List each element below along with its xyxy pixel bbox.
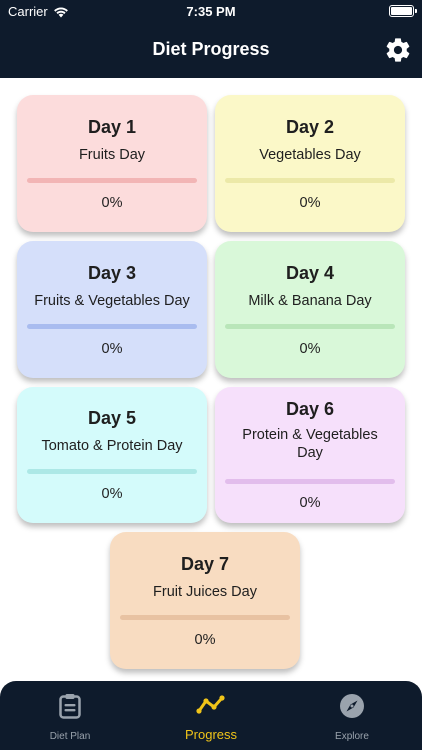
progress-bar xyxy=(120,615,290,620)
day-card-4[interactable]: Day 4 Milk & Banana Day 0% xyxy=(215,241,405,378)
tab-explore[interactable]: Explore xyxy=(282,681,422,750)
day-title: Day 2 xyxy=(285,117,335,137)
day-title: Day 1 xyxy=(87,117,137,137)
day-description: Fruits Day xyxy=(78,147,146,163)
day-title: Day 7 xyxy=(180,554,230,574)
tab-label: Progress xyxy=(184,727,238,742)
day-description: Tomato & Protein Day xyxy=(41,438,183,454)
tab-label: Explore xyxy=(335,731,369,742)
clipboard-icon xyxy=(59,694,81,719)
day-card-6[interactable]: Day 6 Protein & Vegetables Day 0% xyxy=(215,387,405,523)
tab-label: Diet Plan xyxy=(49,731,91,742)
status-time: 7:35 PM xyxy=(186,4,236,19)
compass-icon xyxy=(340,694,364,718)
progress-percent: 0% xyxy=(299,495,321,511)
progress-percent: 0% xyxy=(101,195,123,211)
progress-bar xyxy=(27,469,197,474)
day-card-5[interactable]: Day 5 Tomato & Protein Day 0% xyxy=(17,387,207,523)
tab-progress[interactable]: Progress xyxy=(141,681,281,750)
progress-bar xyxy=(225,178,395,183)
progress-bar xyxy=(225,479,395,484)
day-title: Day 3 xyxy=(87,263,137,283)
progress-percent: 0% xyxy=(299,341,321,357)
tab-bar: Diet Plan Progress Explore xyxy=(0,681,422,750)
progress-bar xyxy=(27,324,197,329)
day-card-2[interactable]: Day 2 Vegetables Day 0% xyxy=(215,95,405,232)
navigation-bar: Diet Progress xyxy=(0,24,422,78)
trend-line-icon xyxy=(196,695,225,714)
day-description: Vegetables Day xyxy=(259,147,361,163)
progress-bar xyxy=(225,324,395,329)
day-description: Fruit Juices Day xyxy=(153,584,257,600)
progress-percent: 0% xyxy=(194,632,216,648)
progress-bar xyxy=(27,178,197,183)
day-title: Day 5 xyxy=(87,408,137,428)
day-card-1[interactable]: Day 1 Fruits Day 0% xyxy=(17,95,207,232)
gear-icon[interactable] xyxy=(384,36,412,64)
progress-percent: 0% xyxy=(299,195,321,211)
battery-icon xyxy=(389,5,417,17)
status-bar: Carrier 7:35 PM xyxy=(0,0,422,24)
day-description: Fruits & Vegetables Day xyxy=(34,293,190,309)
progress-percent: 0% xyxy=(101,341,123,357)
day-title: Day 6 xyxy=(285,399,335,419)
day-card-7[interactable]: Day 7 Fruit Juices Day 0% xyxy=(110,532,300,669)
day-title: Day 4 xyxy=(285,263,335,283)
progress-percent: 0% xyxy=(101,486,123,502)
tab-diet-plan[interactable]: Diet Plan xyxy=(0,681,140,750)
day-description: Milk & Banana Day xyxy=(248,293,372,309)
day-card-3[interactable]: Day 3 Fruits & Vegetables Day 0% xyxy=(17,241,207,378)
day-description: Protein & Vegetables Day xyxy=(242,427,378,461)
page-title: Diet Progress xyxy=(152,39,270,59)
